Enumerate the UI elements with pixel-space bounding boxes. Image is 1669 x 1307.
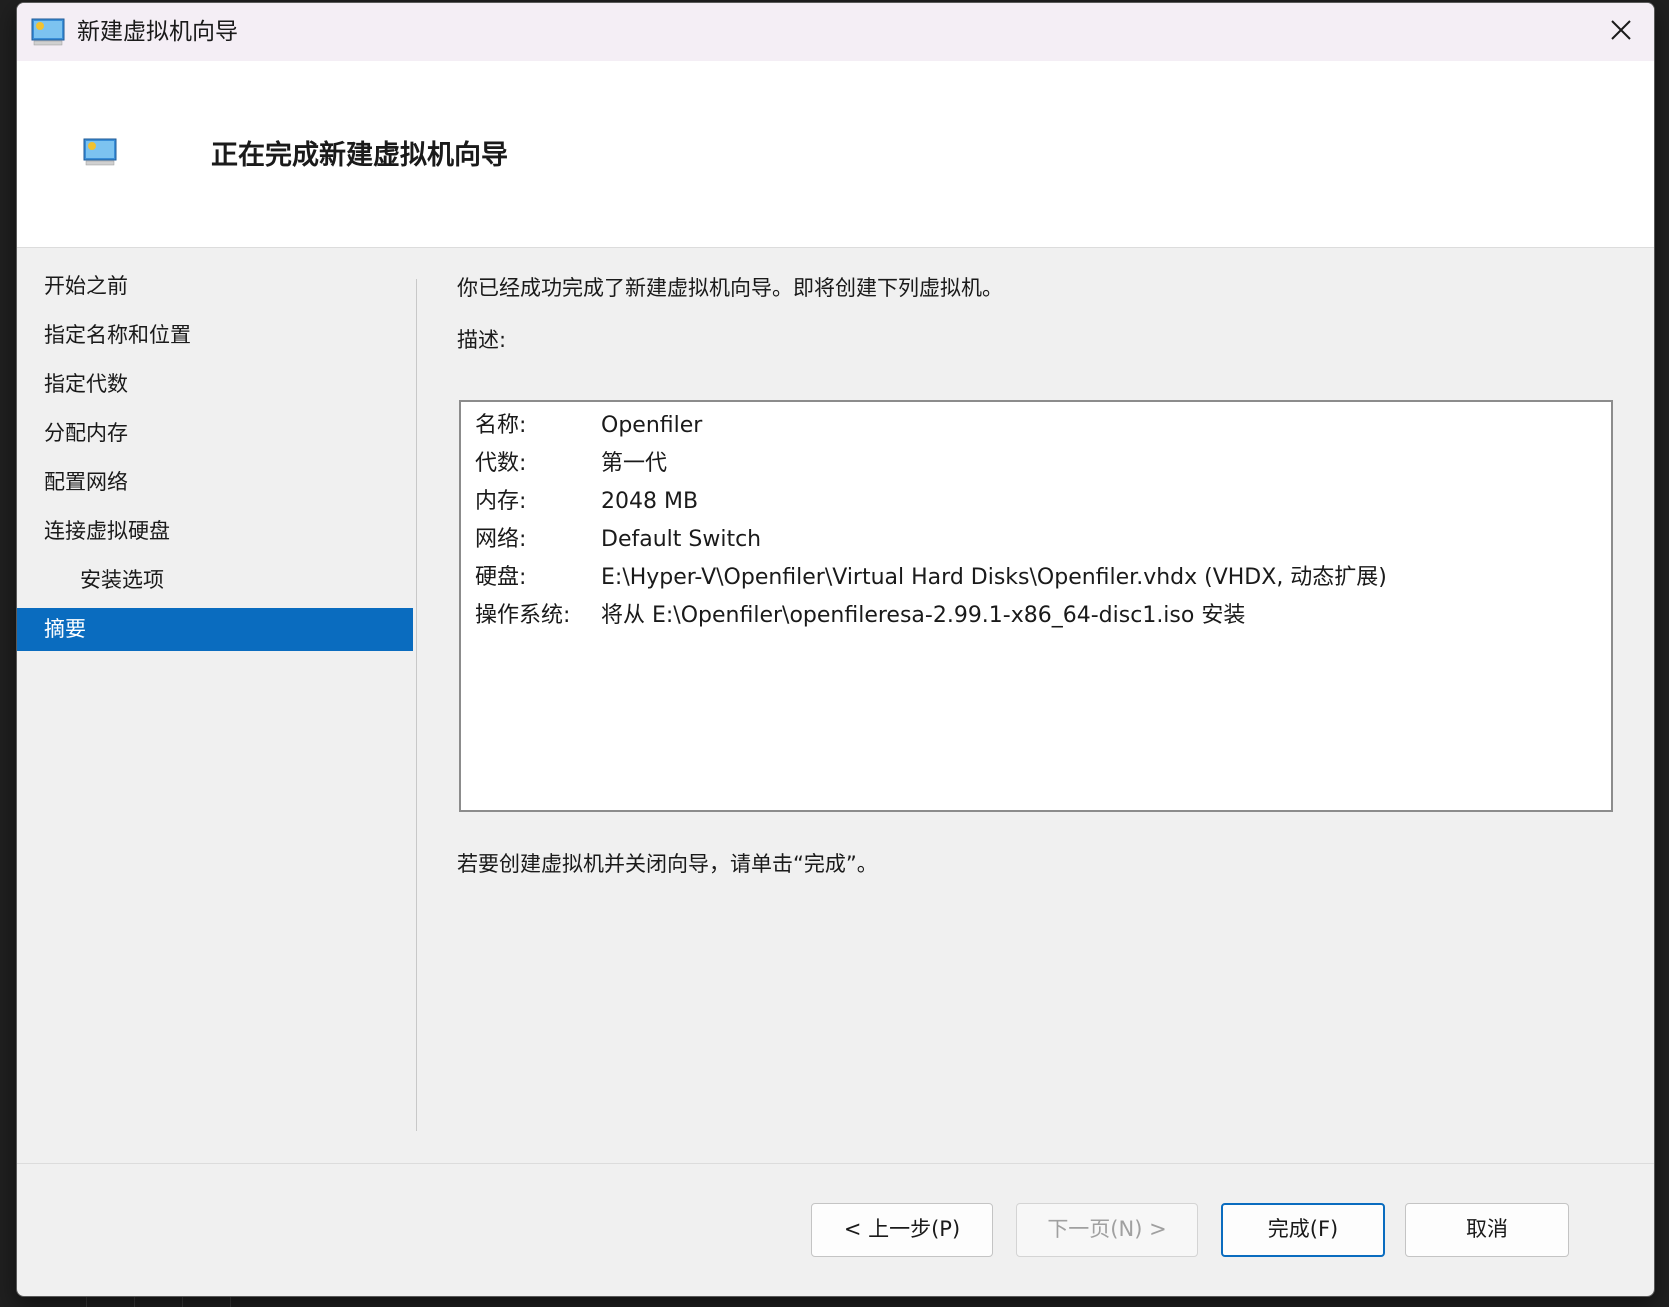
cancel-button[interactable]: 取消 xyxy=(1405,1203,1569,1257)
footer-divider xyxy=(17,1163,1654,1164)
summary-key: 代数: xyxy=(475,451,527,476)
finish-button[interactable]: 完成(F) xyxy=(1221,1203,1385,1257)
summary-value: Openfiler xyxy=(601,413,703,438)
title-bar[interactable]: 新建虚拟机向导 xyxy=(17,3,1654,61)
wizard-header: 正在完成新建虚拟机向导 xyxy=(17,61,1654,248)
sidebar-item-label: 摘要 xyxy=(44,617,86,641)
summary-value: 将从 E:\Openfiler\openfileresa-2.99.1-x86_… xyxy=(601,603,1246,628)
summary-key: 硬盘: xyxy=(475,565,527,590)
wizard-window: 新建虚拟机向导 正在完成新建虚拟机向导 开始之前 指定名称和位置 指定代数 分配… xyxy=(16,2,1655,1297)
sidebar-item-label: 安装选项 xyxy=(80,568,164,592)
description-label: 描述: xyxy=(457,328,507,352)
summary-key: 名称: xyxy=(475,413,527,438)
sidebar-item-label: 指定代数 xyxy=(44,372,128,396)
summary-box[interactable]: 名称: Openfiler 代数: 第一代 内存: 2048 MB 网络: De… xyxy=(459,400,1613,812)
sidebar-item-installation-options[interactable]: 安装选项 xyxy=(17,559,413,602)
summary-key: 内存: xyxy=(475,489,527,514)
sidebar-item-label: 连接虚拟硬盘 xyxy=(44,519,170,543)
sidebar-item-label: 配置网络 xyxy=(44,470,128,494)
summary-key: 网络: xyxy=(475,527,527,552)
sidebar-item-generation[interactable]: 指定代数 xyxy=(17,363,413,406)
summary-value: 第一代 xyxy=(601,451,668,476)
sidebar-item-label: 分配内存 xyxy=(44,421,128,445)
sidebar-item-label: 指定名称和位置 xyxy=(44,323,191,347)
summary-value: E:\Hyper-V\Openfiler\Virtual Hard Disks\… xyxy=(601,565,1387,590)
sidebar-item-before-you-begin[interactable]: 开始之前 xyxy=(17,265,413,308)
summary-key: 操作系统: xyxy=(475,603,571,628)
close-icon xyxy=(1610,19,1632,45)
page-title: 正在完成新建虚拟机向导 xyxy=(211,140,508,171)
summary-value: Default Switch xyxy=(601,527,762,552)
back-button[interactable]: < 上一步(P) xyxy=(811,1203,993,1257)
close-button[interactable] xyxy=(1588,3,1654,61)
virtual-machine-icon xyxy=(83,137,117,167)
vertical-divider xyxy=(416,279,417,1131)
sidebar-item-networking[interactable]: 配置网络 xyxy=(17,461,413,504)
sidebar-item-virtual-hard-disk[interactable]: 连接虚拟硬盘 xyxy=(17,510,413,553)
virtual-machine-icon xyxy=(31,17,65,47)
sidebar-item-summary[interactable]: 摘要 xyxy=(17,608,413,651)
window-title: 新建虚拟机向导 xyxy=(77,19,238,45)
sidebar-item-memory[interactable]: 分配内存 xyxy=(17,412,413,455)
intro-text: 你已经成功完成了新建虚拟机向导。即将创建下列虚拟机。 xyxy=(457,276,1003,300)
finish-hint-text: 若要创建虚拟机并关闭向导，请单击“完成”。 xyxy=(457,852,878,876)
next-button[interactable]: 下一页(N) > xyxy=(1016,1203,1198,1257)
sidebar-item-label: 开始之前 xyxy=(44,274,128,298)
sidebar-item-name-location[interactable]: 指定名称和位置 xyxy=(17,314,413,357)
summary-value: 2048 MB xyxy=(601,489,699,514)
